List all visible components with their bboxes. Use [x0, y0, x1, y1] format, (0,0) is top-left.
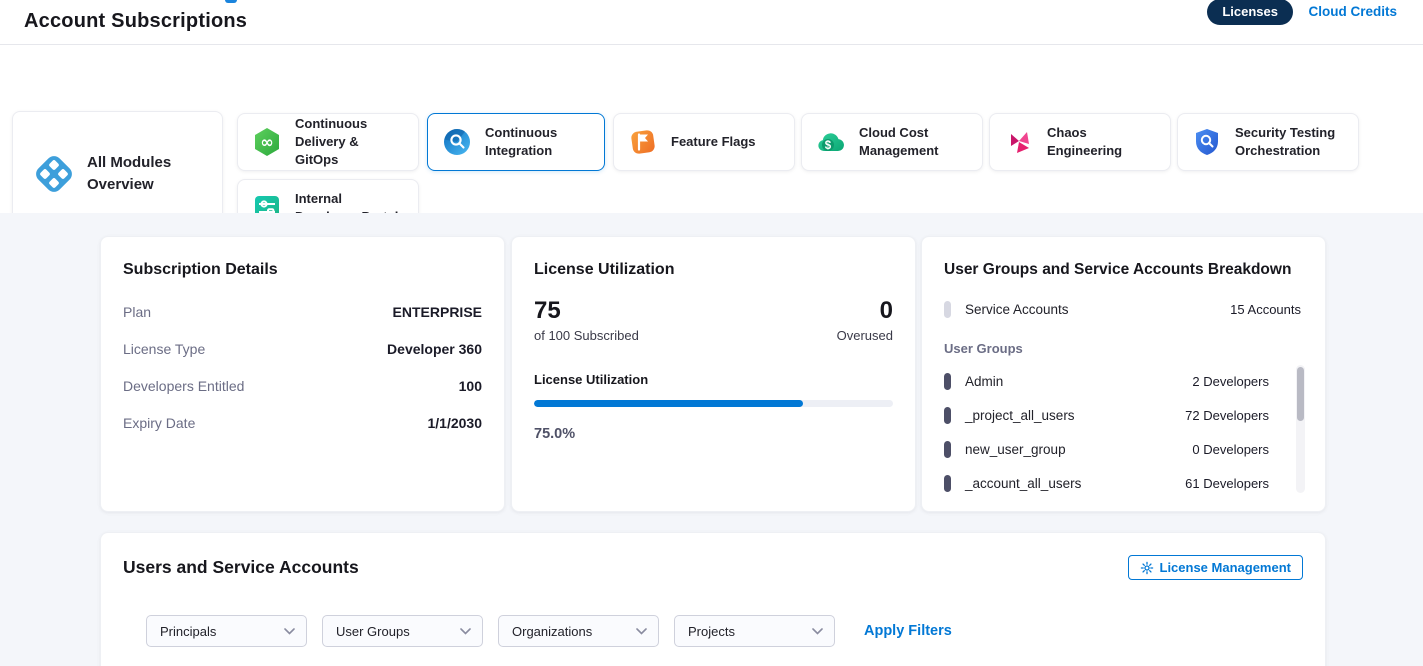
module-card-security-testing[interactable]: Security Testing Orchestration — [1177, 113, 1359, 171]
filters-row: Principals User Groups Organizations Pro… — [146, 615, 1303, 647]
used-caption: of 100 Subscribed — [534, 328, 639, 343]
license-management-button[interactable]: License Management — [1128, 555, 1304, 580]
projects-filter-select[interactable]: Projects — [674, 615, 835, 647]
breakdown-title: User Groups and Service Accounts Breakdo… — [944, 261, 1303, 279]
chevron-down-icon — [812, 628, 823, 635]
utilization-bar-fill — [534, 400, 803, 407]
detail-row-plan: Plan ENTERPRISE — [123, 304, 482, 320]
principals-filter-select[interactable]: Principals — [146, 615, 307, 647]
license-utilization-card: License Utilization 75 of 100 Subscribed… — [511, 236, 916, 512]
module-strip: All Modules Overview ∞ Continuous Delive… — [0, 45, 1423, 213]
gear-icon — [1140, 561, 1154, 575]
svg-text:∞: ∞ — [260, 133, 273, 152]
sto-shield-icon — [1191, 126, 1223, 158]
svg-text:$: $ — [825, 140, 832, 152]
overused-count: 0 — [837, 297, 893, 325]
module-label: Security Testing Orchestration — [1235, 124, 1345, 160]
utilization-bar-label: License Utilization — [534, 372, 893, 387]
users-service-accounts-card: Users and Service Accounts License Manag… — [100, 532, 1326, 666]
cd-gitops-icon: ∞ — [251, 126, 283, 158]
chaos-icon — [1003, 126, 1035, 158]
all-modules-icon — [31, 151, 77, 197]
used-count: 75 — [534, 297, 639, 325]
feature-flags-icon — [627, 126, 659, 158]
breakdown-card: User Groups and Service Accounts Breakdo… — [921, 236, 1326, 512]
module-card-continuous-delivery[interactable]: ∞ Continuous Delivery & GitOps — [237, 113, 419, 171]
utilization-numbers: 75 of 100 Subscribed 0 Overused — [534, 297, 893, 343]
detail-row-license-type: License Type Developer 360 — [123, 341, 482, 357]
module-card-continuous-integration[interactable]: Continuous Integration — [427, 113, 605, 171]
module-label: Cloud Cost Management — [859, 124, 969, 160]
user-groups-heading: User Groups — [944, 341, 1303, 356]
user-group-row: _project_all_users 72 Developers — [944, 407, 1269, 424]
apply-filters-link[interactable]: Apply Filters — [864, 623, 952, 639]
page-title: Account Subscriptions — [24, 10, 247, 33]
service-accounts-marker-icon — [944, 301, 951, 318]
user-group-row: new_user_group 0 Developers — [944, 441, 1269, 458]
cloud-credits-link[interactable]: Cloud Credits — [1308, 4, 1397, 19]
licenses-tab-button[interactable]: Licenses — [1207, 0, 1293, 25]
license-utilization-title: License Utilization — [534, 261, 893, 279]
detail-row-expiry-date: Expiry Date 1/1/2030 — [123, 415, 482, 431]
chevron-down-icon — [460, 628, 471, 635]
subscription-details-card: Subscription Details Plan ENTERPRISE Lic… — [100, 236, 505, 512]
detail-row-developers-entitled: Developers Entitled 100 — [123, 378, 482, 394]
overused-caption: Overused — [837, 328, 893, 343]
utilization-percent: 75.0% — [534, 426, 893, 442]
user-group-row: Admin 2 Developers — [944, 373, 1269, 390]
group-marker-icon — [944, 475, 951, 492]
utilization-bar-track — [534, 400, 893, 407]
all-modules-label: All Modules Overview — [87, 152, 204, 196]
user-groups-list: Admin 2 Developers _project_all_users 72… — [944, 373, 1303, 492]
chevron-down-icon — [284, 628, 295, 635]
module-label: Feature Flags — [671, 133, 756, 151]
module-card-chaos-engineering[interactable]: Chaos Engineering — [989, 113, 1171, 171]
ci-icon — [441, 126, 473, 158]
clipped-tab-indicator — [225, 0, 237, 3]
chevron-down-icon — [636, 628, 647, 635]
service-accounts-row: Service Accounts 15 Accounts — [944, 301, 1303, 318]
group-marker-icon — [944, 441, 951, 458]
module-card-feature-flags[interactable]: Feature Flags — [613, 113, 795, 171]
user-groups-filter-select[interactable]: User Groups — [322, 615, 483, 647]
organizations-filter-select[interactable]: Organizations — [498, 615, 659, 647]
group-marker-icon — [944, 373, 951, 390]
users-section-title: Users and Service Accounts — [123, 557, 359, 578]
module-label: Continuous Delivery & GitOps — [295, 115, 405, 169]
cloud-cost-icon: $ — [815, 126, 847, 158]
groups-scrollbar-thumb[interactable] — [1297, 367, 1304, 421]
user-group-row: _account_all_users 61 Developers — [944, 475, 1269, 492]
module-card-cloud-cost[interactable]: $ Cloud Cost Management — [801, 113, 983, 171]
subscription-details-title: Subscription Details — [123, 261, 482, 279]
module-label: Continuous Integration — [485, 124, 591, 160]
page-header: Account Subscriptions Licenses Cloud Cre… — [0, 0, 1423, 45]
groups-scrollbar[interactable] — [1296, 365, 1305, 493]
module-label: Chaos Engineering — [1047, 124, 1157, 160]
group-marker-icon — [944, 407, 951, 424]
